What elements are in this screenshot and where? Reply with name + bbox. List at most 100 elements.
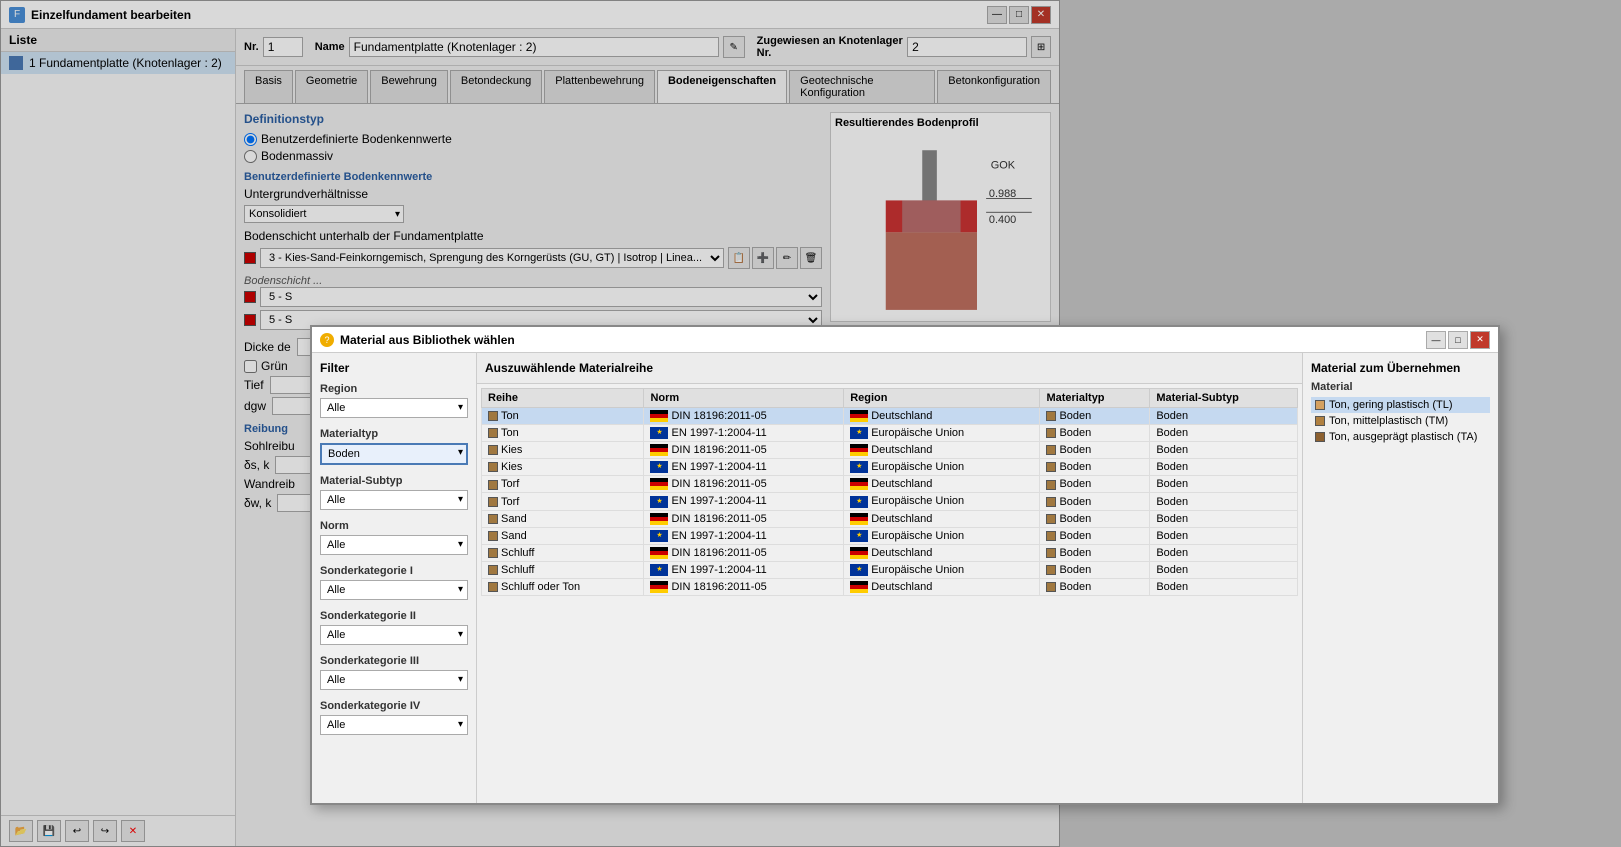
cell-reihe: Torf [482,476,644,493]
cell-materialtyp: Boden [1040,459,1150,476]
modal-title-bar: ? Material aus Bibliothek wählen — □ ✕ [312,327,1498,353]
filter-norm-wrapper: Alle [320,535,468,555]
filter-skat2-wrapper: Alle [320,625,468,645]
cell-materialtyp: Boden [1040,561,1150,578]
cell-subtyp: Boden [1150,425,1298,442]
material-table-row[interactable]: Ton ★EN 1997-1:2004-11 ★Europäische Unio… [482,425,1298,442]
cell-subtyp: Boden [1150,510,1298,527]
cell-region: ★Europäische Union [844,425,1040,442]
filter-skat1-select[interactable]: Alle [320,580,468,600]
material-table-body: Ton DIN 18196:2011-05 Deutschland Boden … [482,408,1298,596]
material-table-row[interactable]: Sand DIN 18196:2011-05 Deutschland Boden… [482,510,1298,527]
cell-reihe: Kies [482,442,644,459]
modal-minimize-button[interactable]: — [1426,331,1446,349]
filter-region-section: Region Alle Deutschland Europäische Unio… [320,383,468,418]
take-panel: Material zum Übernehmen Material Ton, ge… [1303,353,1498,803]
filter-skat4-section: Sonderkategorie IV Alle [320,700,468,735]
cell-region: Deutschland [844,578,1040,595]
cell-reihe: Schluff oder Ton [482,578,644,595]
material-table-row[interactable]: Schluff oder Ton DIN 18196:2011-05 Deuts… [482,578,1298,595]
filter-skat1-label: Sonderkategorie I [320,565,468,577]
modal-close-button[interactable]: ✕ [1470,331,1490,349]
material-table-row[interactable]: Sand ★EN 1997-1:2004-11 ★Europäische Uni… [482,527,1298,544]
col-norm: Norm [644,389,844,408]
material-table-row[interactable]: Ton DIN 18196:2011-05 Deutschland Boden … [482,408,1298,425]
cell-norm: ★EN 1997-1:2004-11 [644,561,844,578]
cell-norm: ★EN 1997-1:2004-11 [644,527,844,544]
modal-controls: — □ ✕ [1426,331,1490,349]
filter-skat3-label: Sonderkategorie III [320,655,468,667]
col-materialtyp: Materialtyp [1040,389,1150,408]
cell-materialtyp: Boden [1040,408,1150,425]
modal-window: ? Material aus Bibliothek wählen — □ ✕ F… [310,325,1500,805]
filter-materialtyp-section: Materialtyp Boden Alle [320,428,468,465]
take-title: Material zum Übernehmen [1311,361,1490,375]
cell-region: ★Europäische Union [844,561,1040,578]
cell-reihe: Torf [482,493,644,510]
filter-region-wrapper: Alle Deutschland Europäische Union [320,398,468,418]
take-items-container: Ton, gering plastisch (TL)Ton, mittelpla… [1311,397,1490,445]
material-table-row[interactable]: Torf DIN 18196:2011-05 Deutschland Boden… [482,476,1298,493]
cell-region: ★Europäische Union [844,493,1040,510]
cell-reihe: Ton [482,408,644,425]
take-item[interactable]: Ton, ausgeprägt plastisch (TA) [1311,429,1490,445]
filter-subtyp-label: Material-Subtyp [320,475,468,487]
filter-skat2-label: Sonderkategorie II [320,610,468,622]
filter-skat3-wrapper: Alle [320,670,468,690]
col-subtyp: Material-Subtyp [1150,389,1298,408]
cell-materialtyp: Boden [1040,425,1150,442]
filter-skat4-label: Sonderkategorie IV [320,700,468,712]
cell-subtyp: Boden [1150,442,1298,459]
filter-skat3-section: Sonderkategorie III Alle [320,655,468,690]
cell-materialtyp: Boden [1040,578,1150,595]
cell-subtyp: Boden [1150,408,1298,425]
filter-skat2-select[interactable]: Alle [320,625,468,645]
cell-norm: ★EN 1997-1:2004-11 [644,493,844,510]
filter-materialtyp-select[interactable]: Boden Alle [320,443,468,465]
cell-norm: DIN 18196:2011-05 [644,544,844,561]
cell-subtyp: Boden [1150,544,1298,561]
cell-reihe: Kies [482,459,644,476]
col-region: Region [844,389,1040,408]
filter-materialtyp-wrapper: Boden Alle [320,443,468,465]
cell-region: Deutschland [844,408,1040,425]
filter-norm-section: Norm Alle [320,520,468,555]
take-item[interactable]: Ton, mittelplastisch (TM) [1311,413,1490,429]
material-list-header: Auszuwählende Materialreihe [477,353,1302,384]
filter-skat3-select[interactable]: Alle [320,670,468,690]
material-table-row[interactable]: Schluff DIN 18196:2011-05 Deutschland Bo… [482,544,1298,561]
material-table-container: Reihe Norm Region Materialtyp Material-S… [477,384,1302,803]
cell-materialtyp: Boden [1040,493,1150,510]
cell-reihe: Sand [482,527,644,544]
cell-reihe: Schluff [482,544,644,561]
material-table-head: Reihe Norm Region Materialtyp Material-S… [482,389,1298,408]
filter-norm-label: Norm [320,520,468,532]
cell-reihe: Ton [482,425,644,442]
cell-region: Deutschland [844,476,1040,493]
filter-region-select[interactable]: Alle Deutschland Europäische Union [320,398,468,418]
cell-subtyp: Boden [1150,561,1298,578]
cell-materialtyp: Boden [1040,442,1150,459]
take-item[interactable]: Ton, gering plastisch (TL) [1311,397,1490,413]
cell-materialtyp: Boden [1040,476,1150,493]
material-table-row[interactable]: Kies ★EN 1997-1:2004-11 ★Europäische Uni… [482,459,1298,476]
material-table-row[interactable]: Schluff ★EN 1997-1:2004-11 ★Europäische … [482,561,1298,578]
filter-title: Filter [320,361,468,375]
cell-region: Deutschland [844,510,1040,527]
cell-norm: DIN 18196:2011-05 [644,408,844,425]
modal-title: Material aus Bibliothek wählen [340,333,1426,347]
cell-norm: DIN 18196:2011-05 [644,476,844,493]
cell-reihe: Schluff [482,561,644,578]
material-table-row[interactable]: Kies DIN 18196:2011-05 Deutschland Boden… [482,442,1298,459]
filter-norm-select[interactable]: Alle [320,535,468,555]
filter-subtyp-section: Material-Subtyp Alle [320,475,468,510]
cell-region: Deutschland [844,544,1040,561]
material-table-row[interactable]: Torf ★EN 1997-1:2004-11 ★Europäische Uni… [482,493,1298,510]
cell-norm: DIN 18196:2011-05 [644,578,844,595]
cell-subtyp: Boden [1150,459,1298,476]
filter-skat4-select[interactable]: Alle [320,715,468,735]
filter-skat2-section: Sonderkategorie II Alle [320,610,468,645]
modal-maximize-button[interactable]: □ [1448,331,1468,349]
filter-subtyp-select[interactable]: Alle [320,490,468,510]
modal-overlay: ? Material aus Bibliothek wählen — □ ✕ F… [0,0,1621,847]
